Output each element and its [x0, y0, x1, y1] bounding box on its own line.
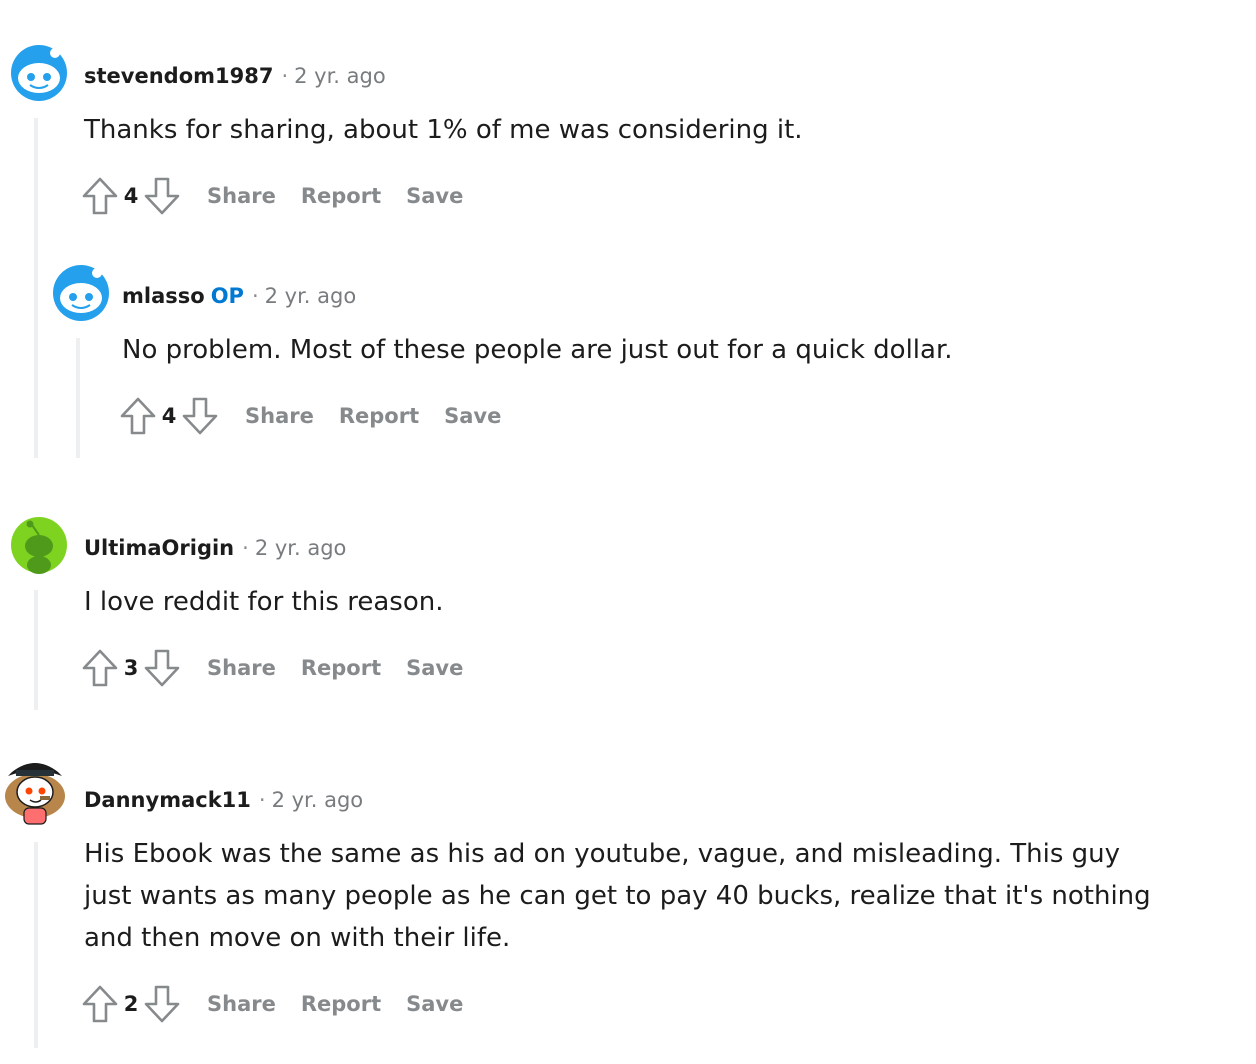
thread-line[interactable] — [34, 842, 38, 1048]
comment-body: I love reddit for this reason. — [84, 587, 444, 617]
share-button[interactable]: Share — [207, 656, 276, 680]
report-button[interactable]: Report — [301, 656, 381, 680]
comment-action-bar: 4 Share Report Save — [80, 174, 463, 218]
username-link[interactable]: mlasso — [122, 284, 205, 308]
vote-score: 4 — [161, 404, 177, 428]
vote-score: 3 — [123, 656, 139, 680]
snoo-avatar-icon — [11, 45, 67, 101]
username-link[interactable]: stevendom1987 — [84, 64, 273, 88]
meta-separator: · — [281, 64, 289, 88]
comment-body: No problem. Most of these people are jus… — [122, 335, 953, 365]
downvote-arrow-icon — [144, 985, 180, 1023]
upvote-arrow-icon — [82, 985, 118, 1023]
save-button[interactable]: Save — [406, 656, 463, 680]
comment-body: His Ebook was the same as his ad on yout… — [84, 839, 1151, 953]
comment-action-bar: 3 Share Report Save — [80, 646, 463, 690]
upvote-button[interactable] — [118, 396, 158, 436]
downvote-button[interactable] — [142, 648, 182, 688]
meta-separator: · — [242, 536, 249, 560]
op-badge: OP — [210, 284, 244, 308]
thread-line[interactable] — [34, 590, 38, 710]
report-button[interactable]: Report — [301, 992, 381, 1016]
timestamp-link[interactable]: 2 yr. ago — [272, 788, 364, 812]
snoo-avatar-icon — [53, 265, 109, 321]
downvote-button[interactable] — [180, 396, 220, 436]
vote-score: 4 — [123, 184, 139, 208]
downvote-arrow-icon — [144, 649, 180, 687]
timestamp-link[interactable]: 2 yr. ago — [265, 284, 357, 308]
upvote-arrow-icon — [120, 397, 156, 435]
comment-meta: Dannymack11 · 2 yr. ago — [84, 786, 363, 814]
avatar-mlasso[interactable] — [52, 264, 110, 322]
username-link[interactable]: Dannymack11 — [84, 788, 251, 812]
meta-separator: · — [258, 788, 266, 812]
downvote-arrow-icon — [182, 397, 218, 435]
downvote-arrow-icon — [144, 177, 180, 215]
upvote-arrow-icon — [82, 177, 118, 215]
timestamp-link[interactable]: 2 yr. ago — [255, 536, 347, 560]
comment-action-bar: 4 Share Report Save — [118, 394, 501, 438]
thread-line[interactable] — [34, 118, 38, 458]
upvote-arrow-icon — [82, 649, 118, 687]
share-button[interactable]: Share — [245, 404, 314, 428]
save-button[interactable]: Save — [406, 992, 463, 1016]
comment-meta: stevendom1987 · 2 yr. ago — [84, 62, 386, 90]
upvote-button[interactable] — [80, 176, 120, 216]
save-button[interactable]: Save — [406, 184, 463, 208]
username-link[interactable]: UltimaOrigin — [84, 536, 234, 560]
downvote-button[interactable] — [142, 176, 182, 216]
comment-body: Thanks for sharing, about 1% of me was c… — [84, 115, 803, 145]
share-button[interactable]: Share — [207, 184, 276, 208]
share-button[interactable]: Share — [207, 992, 276, 1016]
comment-meta: UltimaOrigin · 2 yr. ago — [84, 534, 346, 562]
thread-line[interactable] — [76, 338, 80, 458]
comment-action-bar: 2 Share Report Save — [80, 982, 463, 1026]
vote-score: 2 — [123, 992, 139, 1016]
upvote-button[interactable] — [80, 648, 120, 688]
comment-meta: mlasso OP · 2 yr. ago — [122, 282, 356, 310]
timestamp-link[interactable]: 2 yr. ago — [294, 64, 386, 88]
snoo-silhouette-icon — [11, 517, 67, 574]
custom-snoo-avatar-icon — [5, 763, 65, 825]
downvote-button[interactable] — [142, 984, 182, 1024]
report-button[interactable]: Report — [301, 184, 381, 208]
avatar-stevendom1987[interactable] — [10, 44, 68, 102]
meta-separator: · — [251, 284, 259, 308]
save-button[interactable]: Save — [444, 404, 501, 428]
avatar-ultimaorigin[interactable] — [10, 516, 68, 574]
upvote-button[interactable] — [80, 984, 120, 1024]
report-button[interactable]: Report — [339, 404, 419, 428]
avatar-dannymack11[interactable] — [2, 752, 68, 828]
